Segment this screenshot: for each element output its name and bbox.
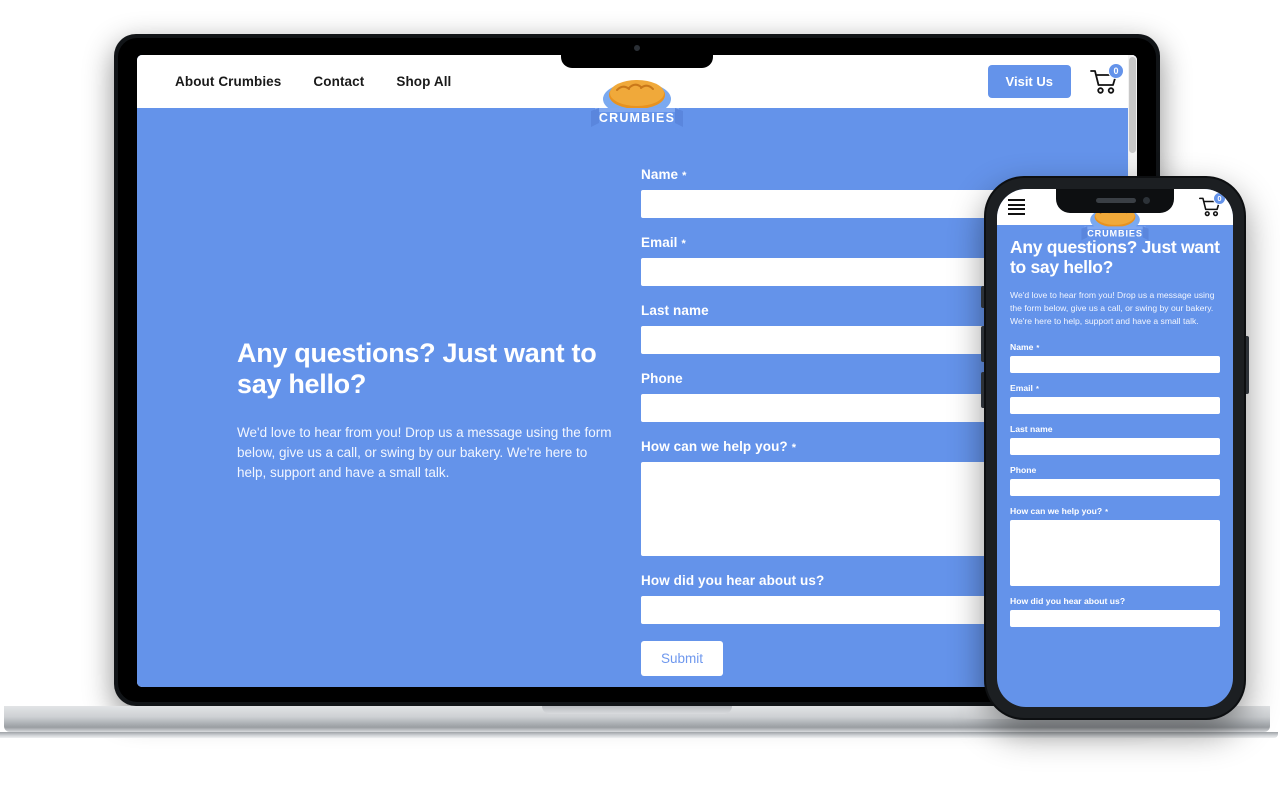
phone-screen: 0 CRUMBIES Any questions? Just want to s… (997, 189, 1233, 707)
nav-link-shop-all[interactable]: Shop All (396, 74, 451, 89)
scrollbar-thumb[interactable] (1129, 57, 1136, 153)
phone-volume-down-button[interactable] (981, 372, 984, 408)
mobile-label-how-can-we-help: How can we help you? * (1010, 506, 1220, 516)
mobile-label-name: Name * (1010, 342, 1220, 352)
phone-camera-icon (1143, 197, 1150, 204)
hamburger-menu-icon[interactable] (1008, 199, 1025, 215)
label-name-required: * (682, 170, 687, 182)
mobile-label-how-can-we-help-required: * (1105, 507, 1109, 517)
mobile-name-input[interactable] (1010, 356, 1220, 374)
label-name-text: Name (641, 167, 679, 182)
desktop-nav-links: About Crumbies Contact Shop All (175, 74, 451, 89)
hamburger-bar (1008, 212, 1025, 215)
mobile-label-phone: Phone (1010, 465, 1220, 475)
phone-power-button[interactable] (1246, 336, 1249, 394)
mobile-how-can-we-help-textarea[interactable] (1010, 520, 1220, 587)
mobile-label-email-text: Email (1010, 383, 1033, 394)
cart-button[interactable]: 0 (1089, 62, 1124, 96)
phone-volume-up-button[interactable] (981, 326, 984, 362)
mobile-label-name-required: * (1036, 343, 1040, 353)
label-phone-text: Phone (641, 371, 683, 386)
desktop-header-actions: Visit Us 0 (987, 62, 1124, 98)
mobile-label-last-name-text: Last name (1010, 424, 1053, 435)
laptop-foot (0, 732, 1278, 738)
submit-button[interactable]: Submit (641, 641, 724, 676)
phone-notch (1056, 189, 1174, 213)
mockup-stage: About Crumbies Contact Shop All Visit Us (0, 0, 1280, 800)
laptop-notch (561, 38, 713, 68)
mobile-how-did-you-hear-input[interactable] (1010, 610, 1220, 628)
laptop-base-notch (542, 706, 732, 714)
mobile-label-phone-text: Phone (1010, 465, 1037, 476)
laptop-camera-icon (634, 45, 640, 51)
mobile-hero-paragraph: We'd love to hear from you! Drop us a me… (1010, 290, 1215, 327)
hamburger-bar (1008, 199, 1025, 202)
mobile-hero-heading: Any questions? Just want to say hello? (1010, 237, 1220, 278)
mobile-main-content: Any questions? Just want to say hello? W… (997, 225, 1233, 707)
mobile-label-name-text: Name (1010, 342, 1034, 353)
label-how-did-you-hear-text: How did you hear about us? (641, 573, 825, 588)
mobile-last-name-input[interactable] (1010, 438, 1220, 456)
visit-us-button[interactable]: Visit Us (987, 65, 1071, 98)
mobile-label-how-did-you-hear: How did you hear about us? (1010, 596, 1220, 606)
mobile-email-input[interactable] (1010, 397, 1220, 415)
label-how-can-we-help-required: * (791, 442, 797, 454)
mobile-label-how-did-you-hear-text: How did you hear about us? (1010, 596, 1126, 607)
phone-device-mockup: 0 CRUMBIES Any questions? Just want to s… (981, 176, 1249, 720)
mobile-label-last-name: Last name (1010, 424, 1220, 434)
hamburger-bar (1008, 208, 1025, 211)
label-last-name-text: Last name (641, 303, 709, 318)
label-email-required: * (681, 238, 686, 250)
desktop-hero-heading: Any questions? Just want to say hello? (237, 338, 597, 400)
mobile-label-email: Email * (1010, 383, 1220, 393)
hamburger-bar (1008, 203, 1025, 206)
mobile-cart-button[interactable]: 0 (1198, 192, 1226, 218)
desktop-hero-paragraph: We'd love to hear from you! Drop us a me… (237, 424, 612, 480)
mobile-label-email-required: * (1035, 384, 1039, 394)
mobile-label-how-can-we-help-text: How can we help you? (1010, 506, 1103, 517)
mobile-cart-count-badge: 0 (1213, 192, 1226, 205)
cart-count-badge: 0 (1108, 62, 1124, 79)
nav-link-contact[interactable]: Contact (313, 74, 364, 89)
desktop-hero: Any questions? Just want to say hello? W… (237, 338, 619, 483)
mobile-phone-input[interactable] (1010, 479, 1220, 497)
label-how-can-we-help-text: How can we help you? (641, 439, 788, 454)
phone-mute-button[interactable] (981, 286, 984, 308)
phone-speaker (1096, 198, 1136, 203)
nav-link-about-crumbies[interactable]: About Crumbies (175, 74, 281, 89)
label-email-text: Email (641, 235, 678, 250)
